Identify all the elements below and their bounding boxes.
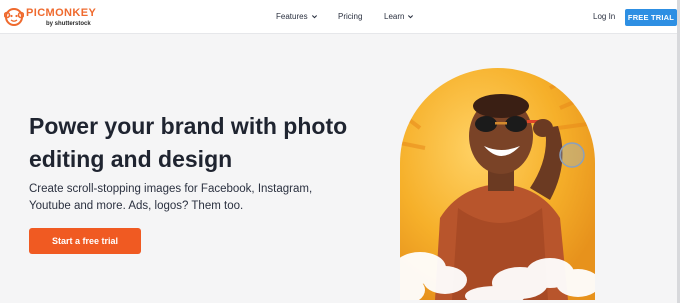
nav-features-label: Features bbox=[276, 12, 308, 21]
nav-learn-label: Learn bbox=[384, 12, 405, 21]
start-free-trial-button[interactable]: Start a free trial bbox=[29, 228, 141, 254]
monkey-logo-icon bbox=[4, 8, 24, 26]
chevron-down-icon bbox=[311, 15, 317, 19]
top-nav: PICMONKEY by shutterstock Features Prici… bbox=[0, 0, 680, 34]
free-trial-button[interactable]: FREE TRIAL bbox=[625, 9, 677, 26]
logo-byline: by shutterstock bbox=[46, 21, 91, 27]
login-link[interactable]: Log In bbox=[593, 12, 615, 21]
hero-subtext: Create scroll-stopping images for Facebo… bbox=[29, 183, 313, 212]
nav-learn[interactable]: Learn bbox=[384, 12, 414, 21]
chevron-down-icon bbox=[408, 15, 414, 19]
hero-image bbox=[400, 68, 595, 300]
nav-features[interactable]: Features bbox=[276, 12, 318, 21]
nav-pricing-label: Pricing bbox=[338, 12, 363, 21]
nav-pricing[interactable]: Pricing bbox=[338, 12, 362, 21]
logo-wordmark: PICMONKEY bbox=[26, 7, 97, 19]
hero-headline: Power your brand with photo editing and … bbox=[29, 113, 348, 172]
picmonkey-logo[interactable]: PICMONKEY by shutterstock bbox=[4, 5, 114, 31]
